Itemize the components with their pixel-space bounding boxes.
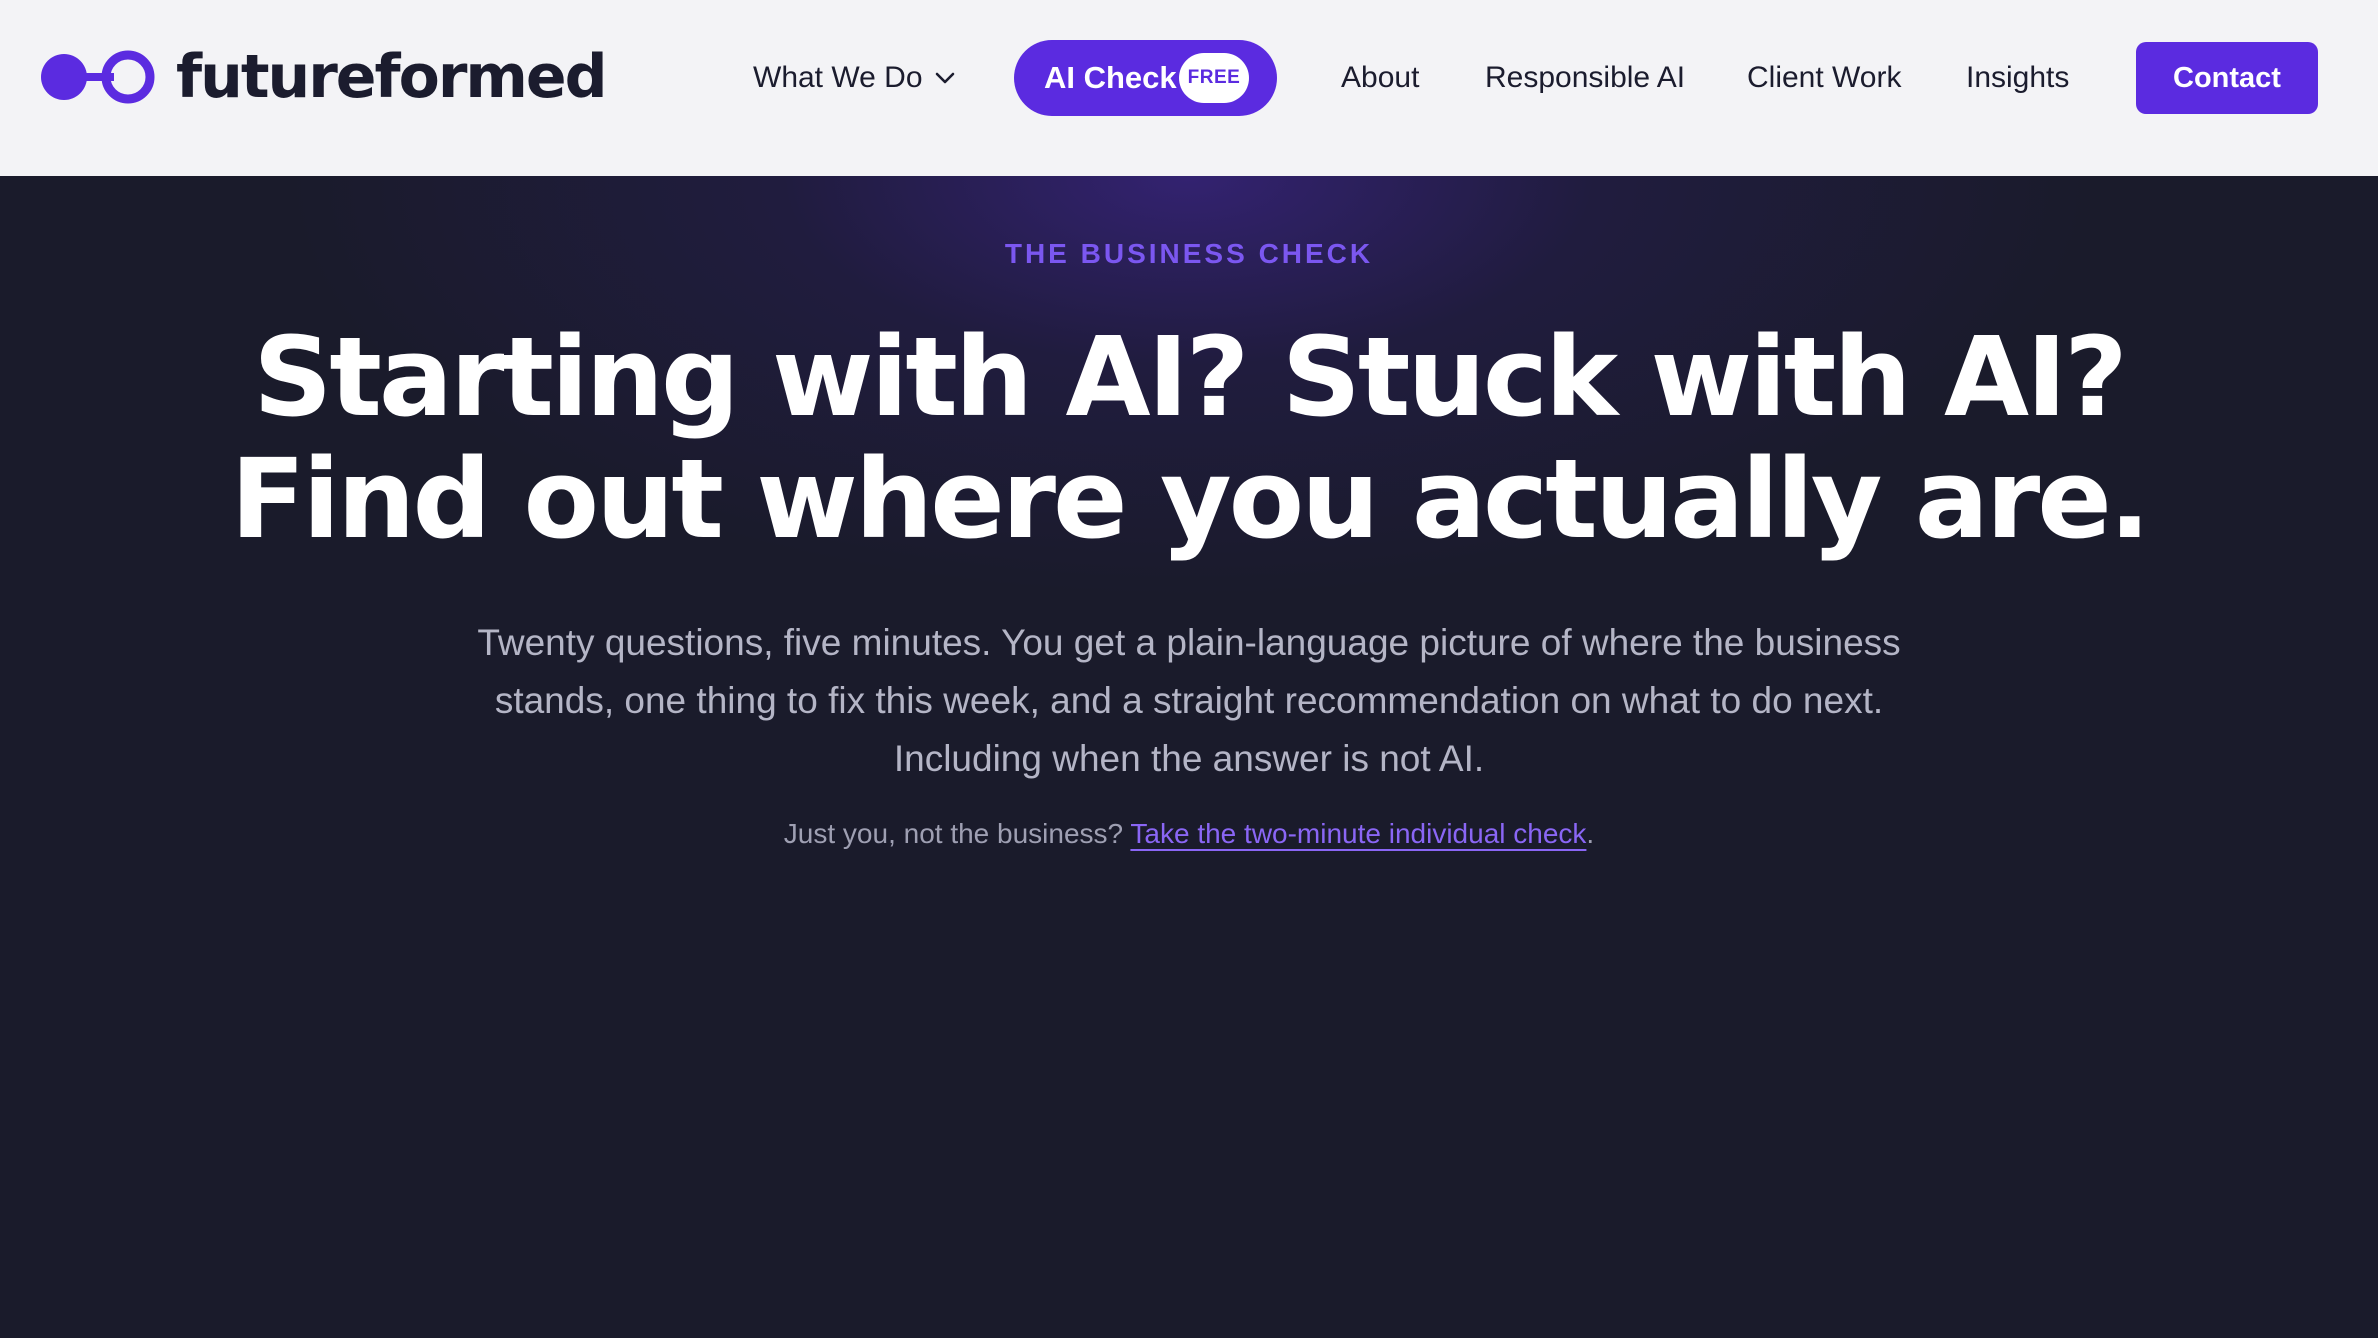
nav-about-label: About	[1341, 61, 1420, 94]
nav-responsible-ai[interactable]: Responsible AI	[1485, 40, 1685, 116]
two-circles-logo-icon	[41, 50, 155, 104]
nav-insights[interactable]: Insights	[1966, 40, 2069, 116]
chevron-down-icon	[935, 72, 954, 84]
nav-what-we-do[interactable]: What We Do	[753, 40, 955, 116]
brand-name: futureformed	[176, 42, 608, 112]
individual-check-link[interactable]: Take the two-minute individual check	[1130, 818, 1586, 849]
nav-what-we-do-label: What We Do	[753, 61, 923, 94]
nav-responsible-ai-label: Responsible AI	[1485, 61, 1686, 94]
individual-check-suffix: .	[1586, 818, 1595, 849]
hero-eyebrow: THE BUSINESS CHECK	[1004, 238, 1374, 269]
individual-check-prompt: Just you, not the business? Take the two…	[0, 818, 2378, 850]
nav-insights-label: Insights	[1966, 61, 2070, 94]
hero-headline: Starting with AI? Stuck with AI? Find ou…	[0, 316, 2378, 560]
hero-section: THE BUSINESS CHECK Starting with AI? Stu…	[0, 176, 2378, 1338]
hero-headline-line-1: Starting with AI? Stuck with AI?	[253, 313, 2128, 441]
logo-link[interactable]: futureformed	[40, 42, 608, 112]
ai-check-button[interactable]: AI Check FREE	[1014, 40, 1277, 116]
free-badge: FREE	[1179, 53, 1249, 103]
nav-client-work-label: Client Work	[1747, 61, 1902, 94]
nav-client-work[interactable]: Client Work	[1747, 40, 1901, 116]
hero-subtext: Twenty questions, five minutes. You get …	[477, 622, 1901, 779]
site-header: futureformed What We Do AI Check FREE Ab…	[0, 0, 2378, 176]
individual-check-prefix: Just you, not the business?	[783, 818, 1124, 849]
contact-button[interactable]: Contact	[2136, 42, 2318, 114]
hero-headline-line-2: Find out where you actually are.	[230, 435, 2150, 563]
ai-check-label: AI Check	[1044, 60, 1177, 95]
nav-about[interactable]: About	[1341, 40, 1419, 116]
